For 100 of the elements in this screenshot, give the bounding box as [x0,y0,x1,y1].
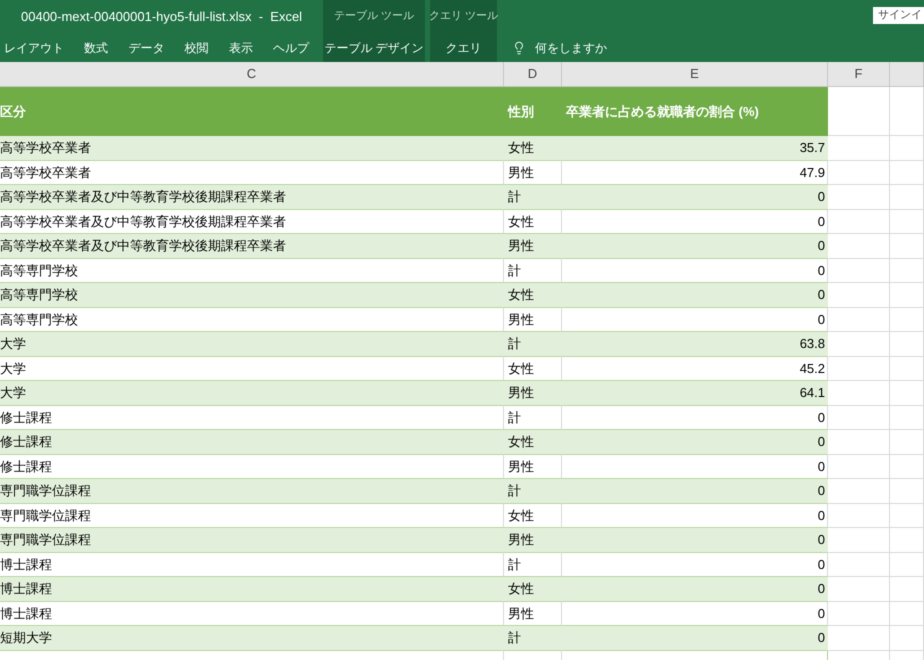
table-header-cell: 卒業者に占める就職者の割合 (%) [562,87,828,136]
table-cell: 女性 [504,136,562,160]
table-cell: 63.8 [562,332,828,356]
table-cell: 47.9 [562,160,828,185]
column-header[interactable]: D [504,62,562,86]
empty-cell [890,87,924,136]
table-header-cell: 区分 [0,87,504,136]
table-cell: 女性 [504,356,562,381]
table-cell: 男性 [504,454,562,479]
table-cell: 女性 [504,210,562,234]
ribbon-tab[interactable]: データ [128,33,164,62]
empty-cell [890,406,924,430]
ribbon-tab[interactable]: ヘルプ [272,33,309,62]
empty-cell [890,234,924,258]
table-cell: 大学 [0,332,504,356]
table-cell: 大学 [0,381,504,406]
table-cell: 0 [562,504,828,528]
column-header[interactable]: F [828,62,890,86]
table-cell: 計 [504,479,562,504]
table-cell: 高等学校卒業者及び中等教育学校後期課程卒業者 [0,210,504,234]
ribbon-tab[interactable]: テーブル デザイン [323,33,425,62]
table-cell: 0 [562,552,828,577]
empty-cell [890,185,924,210]
table-cell: 修士課程 [0,454,504,479]
empty-cell [890,210,924,234]
table-cell: 計 [504,406,562,430]
empty-cell [890,160,924,185]
table-cell: 専門職学位課程 [0,504,504,528]
table-cell: 女性 [504,504,562,528]
empty-cell [890,552,924,577]
lightbulb-icon [512,40,526,56]
empty-cell [890,332,924,356]
table-cell: 修士課程 [0,430,504,454]
table-cell: 0 [562,283,828,308]
empty-cell [890,479,924,504]
table-cell: 男性 [504,528,562,552]
table-cell: 博士課程 [0,552,504,577]
table-cell: 計 [504,332,562,356]
table-cell: 大学 [0,356,504,381]
table-cell: 高等学校卒業者 [0,160,504,185]
table-cell: 0 [562,308,828,332]
table-cell: 高等学校卒業者 [0,136,504,160]
column-header[interactable]: E [562,62,828,86]
empty-cell [890,136,924,160]
table-cell: 0 [562,258,828,283]
ribbon-tab[interactable]: レイアウト [4,33,64,62]
table-cell: 男性 [504,234,562,258]
table-cell: 0 [562,479,828,504]
empty-cell [890,381,924,406]
empty-cell [890,577,924,602]
ribbon-tab[interactable]: 数式 [84,33,108,62]
empty-cell [890,602,924,626]
table-cell: 男性 [504,160,562,185]
table-cell: 男性 [504,308,562,332]
table-cell: 男性 [504,602,562,626]
table-cell: 計 [504,185,562,210]
table-cell: 高等専門学校 [0,283,504,308]
column-header[interactable]: C [0,62,504,86]
empty-cell [890,356,924,381]
table-cell: 高等学校卒業者及び中等教育学校後期課程卒業者 [0,185,504,210]
table-cell: 高等専門学校 [0,308,504,332]
ribbon-tab[interactable]: 表示 [228,33,253,62]
ribbon-tab[interactable]: 校閲 [184,33,209,62]
empty-cell [890,308,924,332]
table-header-cell: 性別 [504,87,562,136]
table-cell: 45.2 [562,356,828,381]
table-cell: 男性 [504,381,562,406]
table-cell: 0 [562,626,828,650]
table-cell: 女性 [504,577,562,602]
ribbon-tab[interactable]: クエリ [430,33,497,62]
table-cell: 短期大学 [0,626,504,650]
empty-cell [890,430,924,454]
table-cell: 0 [562,185,828,210]
table-cell: 専門職学位課程 [0,479,504,504]
sign-in-button[interactable]: サインイ [873,7,924,24]
table-cell: 女性 [504,283,562,308]
table-cell: 博士課程 [0,577,504,602]
empty-cell [890,258,924,283]
window-title: 00400-mext-00400001-hyo5-full-list.xlsx - Excel [21,8,302,26]
table-cell: 専門職学位課程 [0,528,504,552]
empty-cell [890,626,924,650]
table-cell: 修士課程 [0,406,504,430]
table-cell: 64.1 [562,381,828,406]
tell-me-field[interactable]: 何をしますか [535,38,655,56]
empty-cell [890,504,924,528]
empty-cell [890,454,924,479]
table-cell: 0 [562,602,828,626]
table-cell: 0 [562,528,828,552]
table-cell: 0 [562,577,828,602]
empty-cell [890,528,924,552]
tool-group-label: テーブル ツール [323,0,425,33]
tool-group-label: クエリ ツール [430,0,497,33]
table-cell: 高等学校卒業者及び中等教育学校後期課程卒業者 [0,234,504,258]
table-cell: 博士課程 [0,602,504,626]
table-cell: 0 [562,234,828,258]
table-cell: 0 [562,454,828,479]
table-cell: 0 [562,210,828,234]
table-cell: 計 [504,626,562,650]
table-cell: 計 [504,258,562,283]
table-cell: 35.7 [562,136,828,160]
